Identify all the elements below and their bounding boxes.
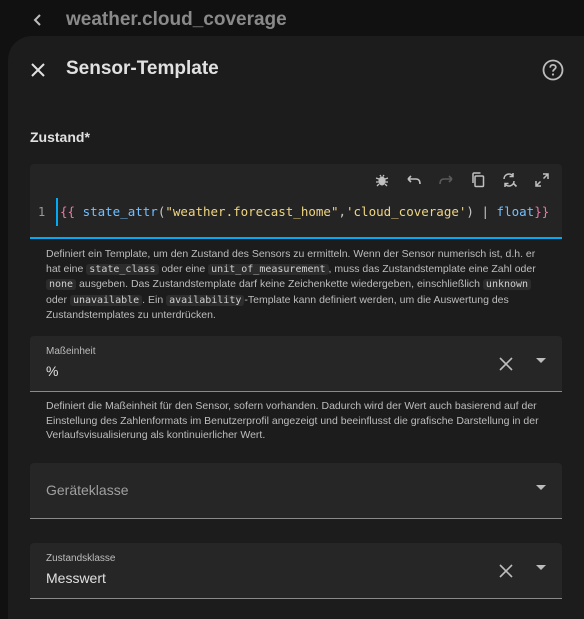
unit-value: % — [46, 363, 59, 379]
template-code[interactable]: {{ state_attr("weather.forecast_home",'c… — [60, 204, 549, 219]
inline-code: unit_of_measurement — [208, 263, 329, 275]
state-class-label: Zustandsklasse — [46, 553, 116, 564]
fullscreen-icon[interactable] — [530, 168, 554, 192]
inline-code: state_class — [86, 263, 159, 275]
dialog-title: Sensor-Template — [66, 58, 219, 79]
state-label: Zustand* — [30, 129, 90, 145]
editor-toolbar — [370, 168, 554, 192]
help-icon[interactable] — [541, 58, 565, 82]
code-token: "weather.forecast_home" — [165, 204, 339, 219]
code-token: {{ — [60, 204, 83, 219]
helper-text-part: . Ein — [142, 293, 167, 306]
inline-code: availability — [166, 294, 245, 306]
top-bar: weather.cloud_coverage — [0, 0, 584, 40]
clear-icon[interactable] — [496, 354, 516, 374]
code-token: , — [338, 204, 346, 219]
state-class-value: Messwert — [46, 570, 106, 586]
editor-focus-underline — [30, 237, 562, 239]
unit-label: Maßeinheit — [46, 346, 96, 357]
code-token: 'cloud_coverage' — [346, 204, 467, 219]
helper-text-part: oder eine — [158, 262, 209, 275]
code-line[interactable]: 1 {{ state_attr("weather.forecast_home",… — [30, 194, 562, 230]
entity-title: weather.cloud_coverage — [66, 9, 287, 30]
helper-text-part: ausgeben. Das Zustandstemplate darf kein… — [76, 278, 483, 290]
inline-code: unavailable — [69, 294, 143, 306]
active-line-indicator — [56, 198, 58, 226]
clear-icon[interactable] — [496, 561, 516, 581]
dropdown-arrow-icon[interactable] — [536, 358, 546, 363]
device-class-select[interactable]: Geräteklasse — [30, 463, 562, 519]
dialog-header: Sensor-Template — [8, 36, 584, 102]
helper-text-part: oder — [46, 293, 70, 306]
code-token: | — [481, 204, 497, 219]
sensor-template-dialog: Sensor-Template Zustand* 1 {{state_attr… — [8, 36, 584, 619]
code-token: ) — [466, 204, 482, 219]
inline-code: unknown — [482, 279, 532, 290]
dropdown-arrow-icon[interactable] — [536, 565, 546, 570]
copy-icon[interactable] — [466, 168, 490, 192]
unit-helper-text: Definiert die Maßeinheit für den Sensor,… — [46, 400, 539, 441]
back-arrow-icon[interactable] — [26, 8, 50, 32]
device-class-placeholder: Geräteklasse — [46, 482, 129, 498]
redo-icon[interactable] — [434, 168, 458, 192]
code-token: }} — [534, 204, 550, 219]
unit-of-measurement-select[interactable]: Maßeinheit % — [30, 336, 562, 392]
state-helper-text: Definiert ein Template, um den Zustand d… — [46, 247, 546, 323]
debug-bug-icon[interactable] — [370, 168, 394, 192]
helper-text-part: , muss das Zustandstemplate eine Zahl od… — [328, 262, 536, 275]
template-code-editor[interactable]: 1 {{ state_attr("weather.forecast_home",… — [30, 164, 562, 239]
state-class-select[interactable]: Zustandsklasse Messwert — [30, 543, 562, 599]
close-icon[interactable] — [26, 58, 50, 82]
search-replace-icon[interactable] — [498, 168, 522, 192]
code-token: float — [496, 204, 535, 219]
inline-code: none — [46, 279, 77, 290]
line-number: 1 — [38, 205, 46, 219]
code-token: state_attr — [82, 204, 158, 219]
undo-icon[interactable] — [402, 168, 426, 192]
dropdown-arrow-icon[interactable] — [536, 485, 546, 490]
